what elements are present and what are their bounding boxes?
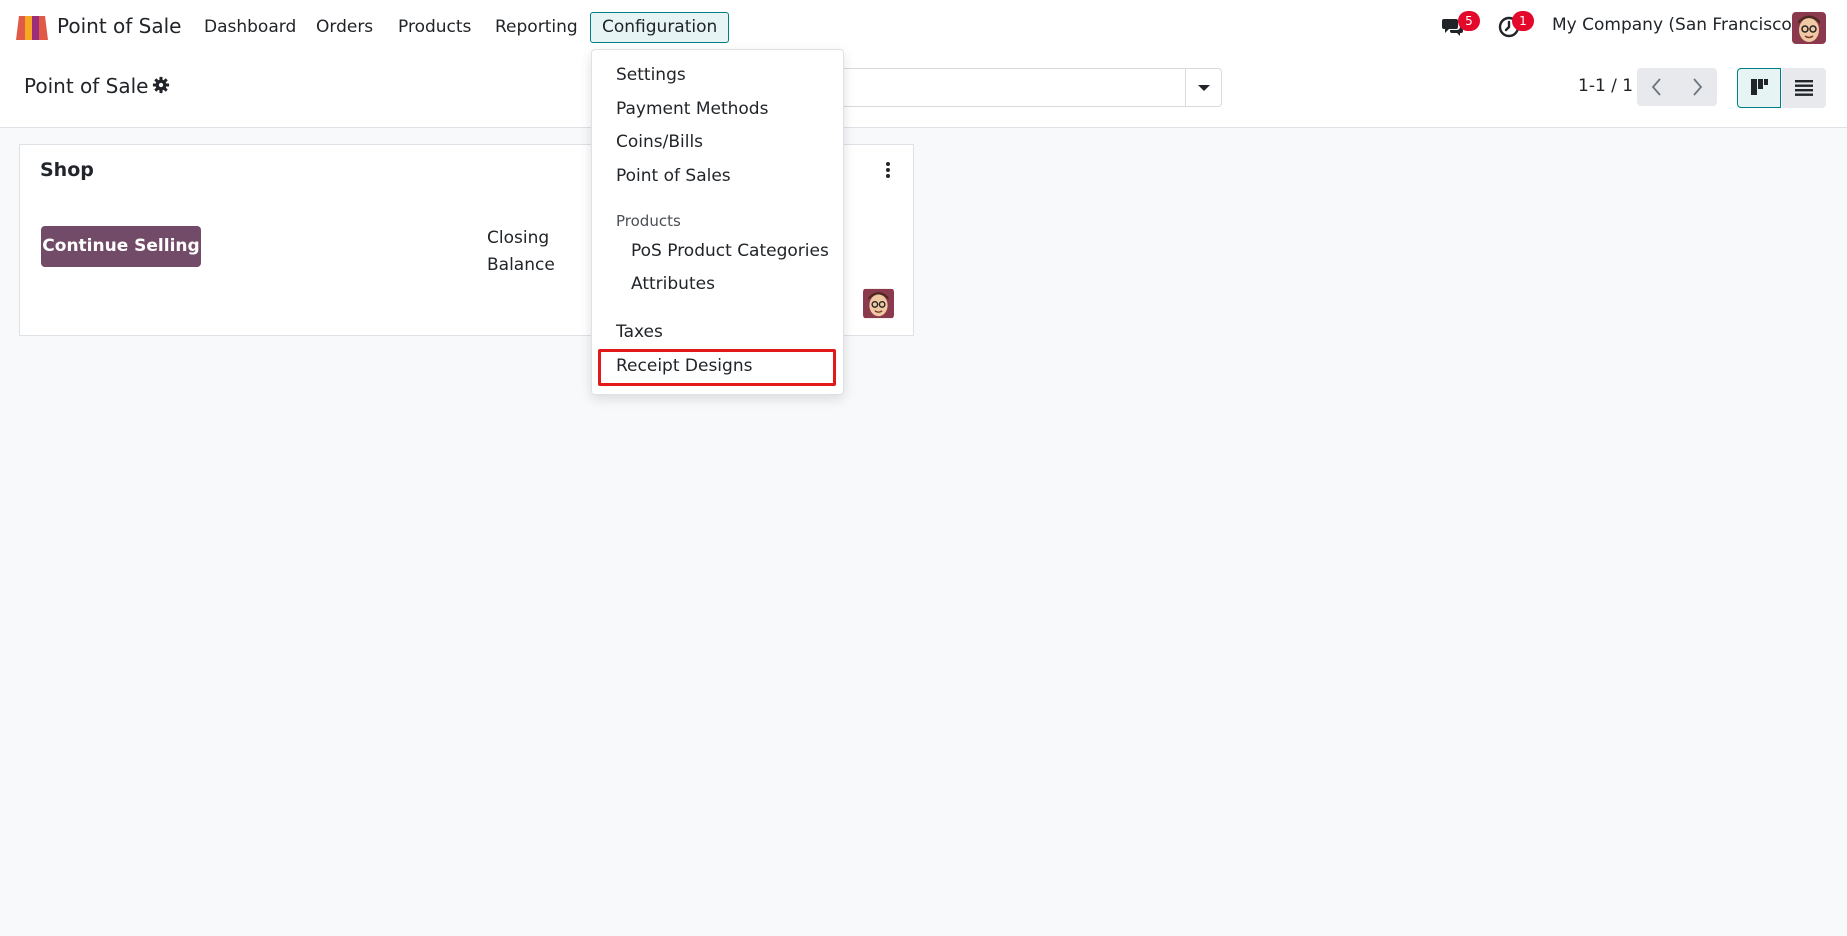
pager-previous-button[interactable] [1637,68,1677,106]
company-switcher[interactable]: My Company (San Francisco) [1552,15,1798,35]
menu-dashboard[interactable]: Dashboard [193,12,307,43]
user-avatar[interactable] [1792,12,1826,44]
app-name[interactable]: Point of Sale [57,14,181,38]
search-options-toggle[interactable] [1185,69,1221,106]
receipt-designs-highlight [598,349,836,386]
point-of-sale-logo-icon[interactable] [14,14,50,40]
menu-item-pos-product-categories[interactable]: PoS Product Categories [592,236,843,266]
menu-orders[interactable]: Orders [305,12,384,43]
pager-value[interactable]: 1-1 / 1 [1578,76,1633,96]
gear-icon[interactable] [152,76,170,94]
activities-badge: 1 [1512,11,1534,31]
chevron-right-icon [1693,78,1703,96]
control-panel: Point of Sale 1-1 / 1 [0,54,1847,128]
list-icon [1795,80,1813,96]
page-title: Point of Sale [24,74,149,98]
chevron-left-icon [1651,78,1661,96]
kebab-menu-icon[interactable] [884,161,892,179]
closing-balance-line-1: Closing [487,228,550,248]
card-avatar-icon [863,288,894,319]
menu-products[interactable]: Products [387,12,482,43]
messages-badge: 5 [1458,11,1480,31]
closing-balance-line-2: Balance [487,255,555,275]
kanban-icon [1751,79,1768,95]
top-navbar: Point of Sale Dashboard Orders Products … [0,0,1847,54]
continue-selling-button[interactable]: Continue Selling [41,226,201,267]
caret-down-icon [1198,85,1210,91]
menu-section-products: Products [616,212,681,230]
menu-item-coins-bills[interactable]: Coins/Bills [592,127,843,157]
menu-item-payment-methods[interactable]: Payment Methods [592,94,843,124]
user-avatar-icon [1792,12,1826,44]
kanban-view-button[interactable] [1737,68,1781,108]
menu-item-settings[interactable]: Settings [592,60,843,90]
menu-configuration[interactable]: Configuration [590,12,730,43]
configuration-dropdown: Settings Payment Methods Coins/Bills Poi… [591,49,844,395]
menu-reporting[interactable]: Reporting [484,12,589,43]
pager-next-button[interactable] [1677,68,1717,106]
menu-item-taxes[interactable]: Taxes [592,317,843,347]
menu-item-point-of-sales[interactable]: Point of Sales [592,161,843,191]
search-input[interactable] [840,68,1222,107]
list-view-button[interactable] [1782,68,1826,108]
menu-item-attributes[interactable]: Attributes [592,269,843,299]
closing-balance-label: Closing Balance [487,225,555,279]
card-title: Shop [40,159,94,181]
responsible-avatar [863,288,894,319]
